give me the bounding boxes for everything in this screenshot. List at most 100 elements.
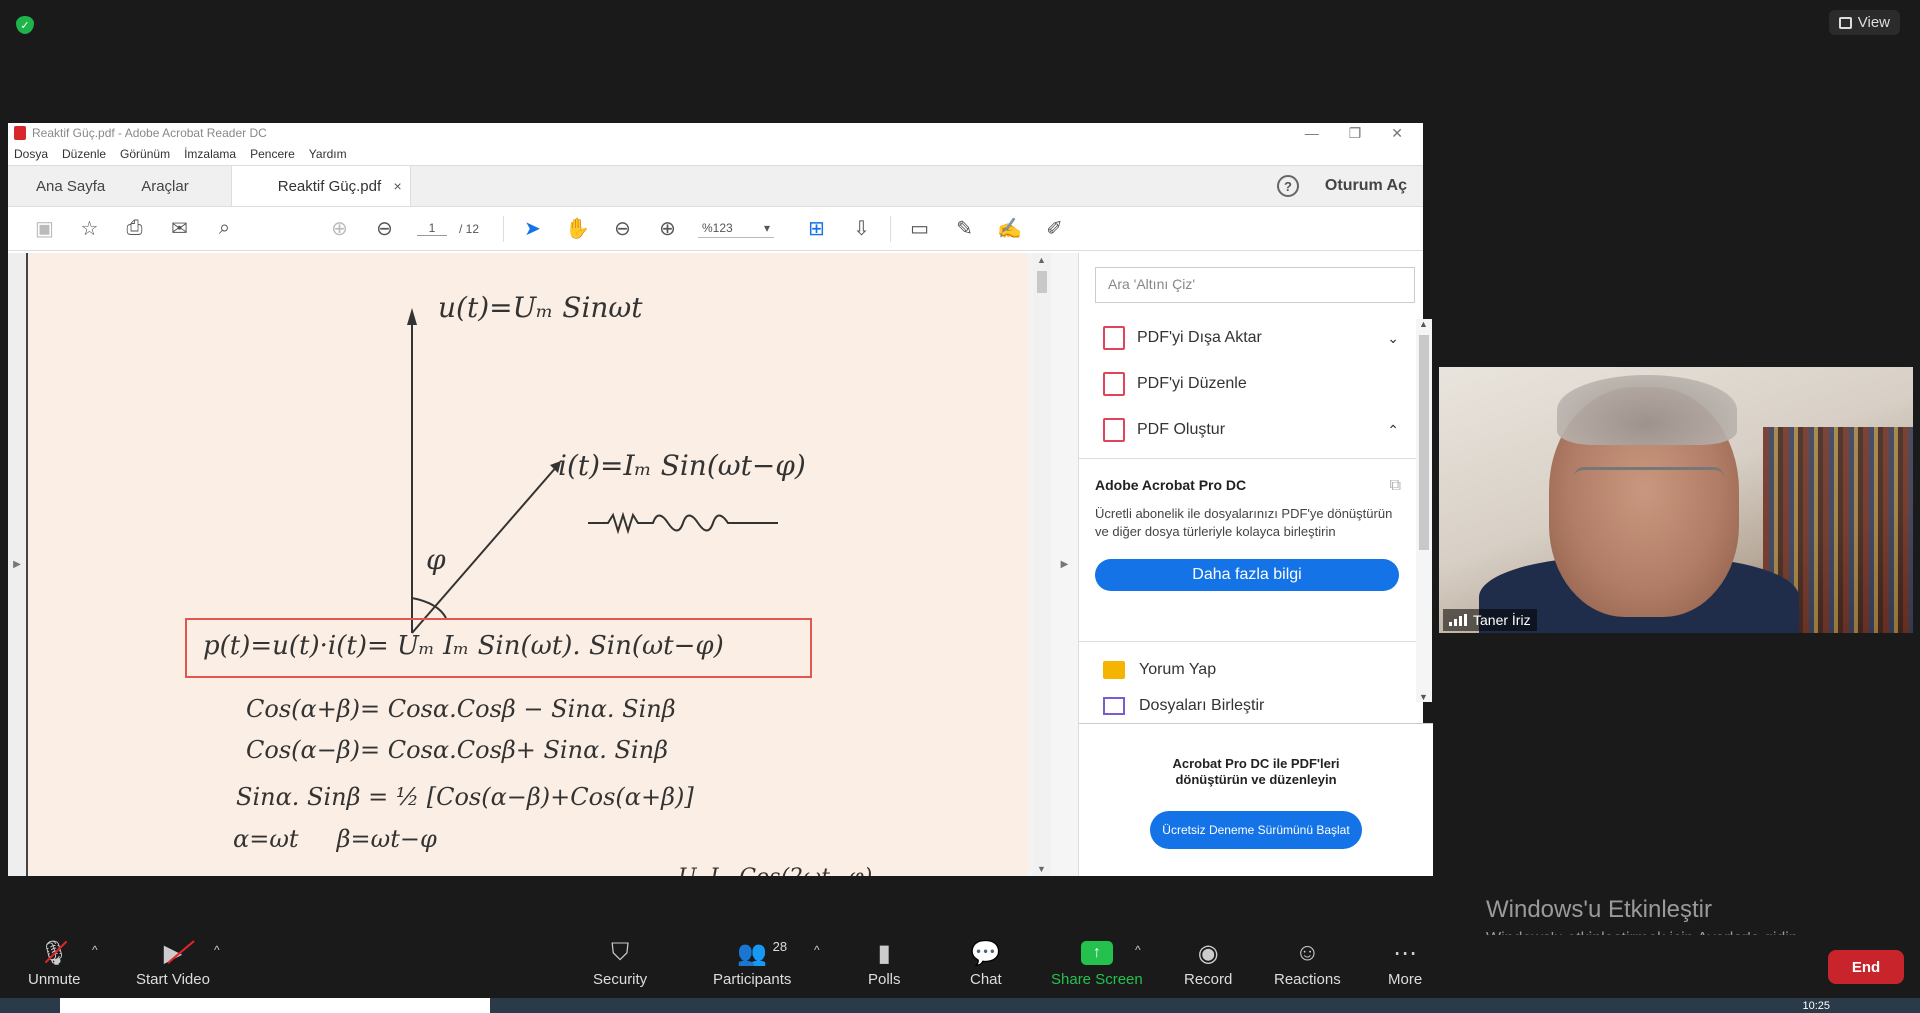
tab-home[interactable]: Ana Sayfa (18, 166, 123, 206)
unmute-label: Unmute (28, 971, 81, 988)
highlight-icon[interactable]: ✎ (942, 216, 987, 241)
chat-label: Chat (970, 971, 1002, 988)
encryption-shield-icon[interactable]: ✓ (16, 16, 34, 34)
chat-button[interactable]: 💬 Chat (970, 935, 1002, 989)
angle-phi: φ (426, 543, 446, 576)
tools-search-input[interactable]: Ara 'Altını Çiz' (1095, 267, 1415, 303)
tool-export-pdf[interactable]: PDF'yi Dışa Aktar ⌄ (1079, 315, 1419, 361)
security-shield-icon: ⛉ (611, 939, 630, 966)
tab-document[interactable]: Reaktif Güç.pdf × (230, 166, 411, 206)
scroll-down-icon[interactable]: ▼ (1037, 864, 1046, 874)
toolbar-divider (890, 215, 892, 242)
window-title: Reaktif Güç.pdf - Adobe Acrobat Reader D… (32, 126, 267, 140)
hand-tool-icon[interactable]: ✋ (555, 216, 600, 241)
more-dots-icon: ⋯ (1393, 939, 1418, 967)
fill-sign-icon[interactable]: ✐ (1032, 216, 1077, 241)
equation-p: p(t)=u(t)·i(t)= Uₘ Iₘ Sin(ωt). Sin(ωt−φ) (203, 631, 724, 661)
reactions-button[interactable]: ☺ Reactions (1274, 935, 1341, 988)
polls-label: Polls (868, 971, 901, 988)
unmute-button[interactable]: 🎙 Unmute (28, 935, 81, 989)
end-meeting-button[interactable]: End (1828, 950, 1904, 984)
fit-page-icon[interactable]: ⊞ (794, 216, 839, 241)
participant-name-tag: Taner İriz (1443, 609, 1537, 631)
save-icon[interactable]: ▣ (22, 216, 67, 241)
view-button[interactable]: View (1828, 10, 1900, 35)
help-icon[interactable]: ? (1276, 175, 1299, 197)
video-options-caret-icon[interactable]: ^ (214, 943, 220, 957)
record-button[interactable]: ◉ Record (1184, 935, 1232, 989)
share-screen-button[interactable]: ↑ Share Screen (1051, 935, 1143, 988)
tab-bar: Ana Sayfa Araçlar Reaktif Güç.pdf × ? Ot… (8, 165, 1423, 207)
more-button[interactable]: ⋯ More (1388, 935, 1422, 989)
next-page-icon[interactable]: ⊖ (362, 216, 407, 241)
tools-panel: Ara 'Altını Çiz' PDF'yi Dışa Aktar ⌄ PDF… (1079, 253, 1433, 876)
right-panel-toggle[interactable]: ▶ (1051, 253, 1079, 876)
prev-page-icon[interactable]: ⊕ (317, 216, 362, 241)
scroll-up-icon[interactable]: ▲ (1037, 255, 1046, 265)
left-panel-toggle[interactable]: ▶ (8, 253, 26, 876)
zoom-out-icon[interactable]: ⊖ (600, 216, 645, 241)
menu-imzalama[interactable]: İmzalama (184, 147, 236, 161)
participant-glasses (1574, 467, 1724, 499)
pdf-page[interactable]: u(t)=Uₘ Sinωt i(t)=Iₘ Sin(ωt−φ) φ p(t)=u… (26, 253, 1028, 876)
menu-yardim[interactable]: Yardım (309, 147, 347, 161)
promo-title: Adobe Acrobat Pro DC (1095, 477, 1247, 493)
equation-i: i(t)=Iₘ Sin(ωt−φ) (558, 449, 806, 482)
close-window-icon[interactable]: ✕ (1391, 125, 1403, 142)
polls-button[interactable]: ▮ Polls (868, 935, 901, 989)
chevron-up-icon[interactable]: ⌃ (1387, 422, 1399, 439)
dismiss-promo-icon[interactable]: ⧉ (1390, 477, 1401, 495)
menu-dosya[interactable]: Dosya (14, 147, 48, 161)
scroll-up-icon[interactable]: ▲ (1419, 319, 1428, 329)
scroll-thumb[interactable] (1037, 271, 1047, 293)
tool-label: PDF'yi Düzenle (1137, 375, 1247, 392)
search-icon[interactable]: ⌕ (202, 217, 247, 240)
meeting-controls: 🎙 Unmute ^ ▶ Start Video ^ ⛉ Security 👥2… (0, 935, 1920, 998)
tab-close-icon[interactable]: × (394, 178, 402, 194)
zoom-select[interactable]: %123 ▾ (698, 219, 775, 238)
taskbar-search[interactable] (60, 998, 490, 1013)
document-scrollbar[interactable]: ▲ ▼ (1033, 253, 1051, 876)
tab-tools[interactable]: Araçlar (123, 166, 207, 206)
sign-in-button[interactable]: Oturum Aç (1325, 177, 1407, 195)
participants-button[interactable]: 👥 28 Participants (713, 935, 791, 988)
scroll-mode-icon[interactable]: ⇩ (839, 216, 884, 241)
record-icon: ◉ (1197, 939, 1219, 967)
menu-pencere[interactable]: Pencere (250, 147, 295, 161)
comment-icon[interactable]: ▭ (897, 216, 942, 241)
tool-create-pdf[interactable]: PDF Oluştur ⌃ (1079, 407, 1419, 453)
email-icon[interactable]: ✉ (157, 216, 202, 241)
identity-2: Cos(α−β)= Cosα.Cosβ+ Sinα. Sinβ (246, 736, 668, 764)
menu-gorunum[interactable]: Görünüm (120, 147, 170, 161)
security-button[interactable]: ⛉ Security (593, 935, 647, 988)
pro-promo: ⧉ Adobe Acrobat Pro DC Ücretli abonelik … (1079, 458, 1419, 607)
trial-promo: Acrobat Pro DC ile PDF'leri dönüştürün v… (1079, 723, 1433, 876)
bookmark-star-icon[interactable]: ☆ (67, 216, 112, 241)
chevron-down-icon[interactable]: ⌄ (1387, 330, 1399, 347)
select-cursor-icon[interactable]: ➤ (510, 216, 555, 241)
scroll-down-icon[interactable]: ▼ (1419, 692, 1428, 702)
identity-5: UₘIₘ Cos(2ωt−φ) (678, 865, 872, 876)
share-screen-icon: ↑ (1080, 935, 1113, 971)
start-trial-button[interactable]: Ücretsiz Deneme Sürümünü Başlat (1150, 810, 1362, 849)
restore-icon[interactable]: ❐ (1349, 125, 1362, 142)
start-video-button[interactable]: ▶ Start Video (136, 935, 210, 989)
audio-options-caret-icon[interactable]: ^ (92, 943, 98, 957)
polls-bar-icon: ▮ (877, 939, 891, 967)
menu-duzenle[interactable]: Düzenle (62, 147, 106, 161)
video-off-icon: ▶ (164, 935, 195, 971)
minimize-icon[interactable]: — (1305, 125, 1319, 142)
participant-video[interactable]: Taner İriz (1439, 367, 1913, 633)
panel-scrollbar[interactable]: ▲ ▼ (1416, 319, 1432, 702)
learn-more-button[interactable]: Daha fazla bilgi (1095, 559, 1399, 592)
tool-combine-files[interactable]: Dosyaları Birleştir (1079, 697, 1419, 721)
scroll-thumb[interactable] (1419, 335, 1429, 550)
tool-edit-pdf[interactable]: PDF'yi Düzenle (1079, 361, 1419, 407)
draw-icon[interactable]: ✍ (987, 216, 1032, 241)
page-number-input[interactable]: 1 (417, 221, 447, 236)
print-icon[interactable]: ⎙ (112, 217, 157, 240)
tool-comment[interactable]: Yorum Yap (1079, 641, 1419, 697)
zoom-in-icon[interactable]: ⊕ (645, 216, 690, 241)
participants-caret-icon[interactable]: ^ (814, 943, 820, 957)
share-options-caret-icon[interactable]: ^ (1135, 943, 1141, 957)
